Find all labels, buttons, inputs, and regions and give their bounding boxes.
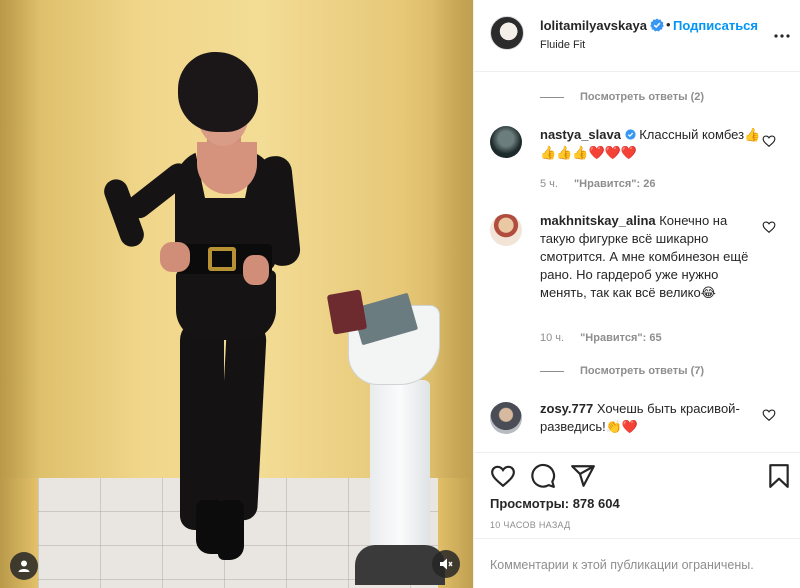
post-actions: [474, 452, 800, 492]
commenter-username[interactable]: zosy.777: [540, 401, 593, 416]
post-sidebar: lolitamilyavskaya • Подписаться Fluide F…: [473, 0, 800, 588]
share-paper-plane-icon[interactable]: [570, 463, 596, 489]
comment-likes[interactable]: "Нравится": 65: [580, 332, 661, 344]
tagged-user-button[interactable]: [10, 552, 38, 580]
post-timestamp[interactable]: 10 ЧАСОВ НАЗАД: [490, 520, 571, 530]
user-icon: [18, 560, 30, 572]
sink-pedestal: [370, 380, 430, 570]
verified-badge-icon: [650, 18, 664, 32]
author-avatar[interactable]: [490, 16, 524, 50]
comment-meta: 10 ч. "Нравится": 65: [540, 332, 662, 344]
more-horizontal-icon[interactable]: [772, 26, 792, 46]
follow-button[interactable]: Подписаться: [673, 18, 758, 33]
post-video[interactable]: [0, 0, 473, 588]
like-heart-icon[interactable]: [490, 463, 516, 489]
commenter-username[interactable]: makhnitskay_alina: [540, 213, 656, 228]
comment-text: zosy.777 Хочешь быть красивой- разведись…: [540, 401, 740, 434]
commenter-username[interactable]: nastya_slava: [540, 127, 621, 142]
comments-limited-notice: Комментарии к этой публикации ограничены…: [474, 538, 800, 588]
commenter-avatar[interactable]: [490, 126, 522, 158]
post-header: lolitamilyavskaya • Подписаться Fluide F…: [474, 0, 800, 72]
author-username[interactable]: lolitamilyavskaya: [540, 18, 647, 33]
comment-age[interactable]: 10 ч.: [540, 332, 564, 344]
comment-text: makhnitskay_alina Конечно на такую фигур…: [540, 213, 749, 300]
separator-dot: •: [666, 17, 671, 32]
comment-age[interactable]: 5 ч.: [540, 178, 558, 190]
mute-button[interactable]: [432, 550, 460, 578]
view-count[interactable]: Просмотры: 878 604: [490, 496, 620, 511]
comment-likes[interactable]: "Нравится": 26: [574, 178, 655, 190]
like-comment-heart-icon[interactable]: [762, 220, 776, 234]
comments-limited-text: Комментарии к этой публикации ограничены…: [490, 558, 754, 572]
comment-bubble-icon[interactable]: [530, 463, 556, 489]
comment-meta: 5 ч. "Нравится": 26: [540, 178, 655, 190]
instagram-post-view: lolitamilyavskaya • Подписаться Fluide F…: [0, 0, 800, 588]
like-comment-heart-icon[interactable]: [762, 408, 776, 422]
commenter-avatar[interactable]: [490, 402, 522, 434]
verified-badge-icon: [624, 129, 636, 140]
view-replies-button[interactable]: Посмотреть ответы (7): [540, 363, 704, 379]
view-replies-button[interactable]: Посмотреть ответы (2): [540, 89, 704, 105]
like-comment-heart-icon[interactable]: [762, 134, 776, 148]
bookmark-icon[interactable]: [766, 463, 792, 489]
commenter-avatar[interactable]: [490, 214, 522, 246]
post-location[interactable]: Fluide Fit: [540, 39, 585, 51]
speaker-muted-icon: [440, 558, 453, 570]
comment-text: nastya_slava Классный комбез👍👍👍👍❤️❤️❤️: [540, 127, 761, 160]
